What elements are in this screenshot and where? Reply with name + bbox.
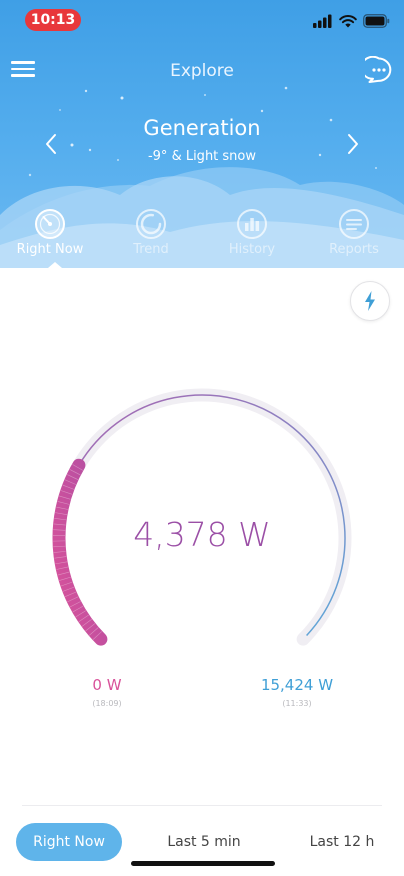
period-tabs: Right Now Last 5 min Last 12 h — [0, 823, 404, 861]
lightning-bolt-icon — [365, 291, 375, 311]
battery-icon — [363, 14, 390, 28]
tab-label: Trend — [133, 242, 169, 257]
current-power-value: 4,378 W — [133, 515, 271, 554]
tab-reports[interactable]: Reports — [308, 205, 400, 268]
nav-tabs: Right Now Trend History Reports — [0, 205, 404, 268]
history-bars-icon — [237, 209, 267, 239]
min-power-value: 0 W — [92, 676, 122, 694]
period-tab-last-12-h[interactable]: Last 12 h — [292, 823, 392, 861]
active-tab-indicator — [48, 262, 62, 268]
status-bar: 10:13 — [0, 0, 404, 44]
divider — [22, 805, 382, 806]
max-power-time: (11:33) — [282, 699, 312, 708]
home-indicator — [131, 861, 275, 866]
power-mode-button[interactable] — [350, 281, 390, 321]
tab-right-now[interactable]: Right Now — [4, 205, 96, 268]
tab-trend[interactable]: Trend — [105, 205, 197, 268]
reports-list-icon — [339, 209, 369, 239]
tab-label: Reports — [329, 242, 379, 257]
status-icons — [313, 12, 390, 30]
status-time: 10:13 — [25, 9, 81, 31]
period-tab-right-now[interactable]: Right Now — [16, 823, 122, 861]
period-tab-last-5-min[interactable]: Last 5 min — [152, 823, 256, 861]
trend-ring-icon — [136, 209, 166, 239]
tab-label: History — [228, 242, 276, 257]
wifi-icon — [339, 15, 357, 28]
tab-history[interactable]: History — [206, 205, 298, 268]
max-power-value: 15,424 W — [260, 676, 334, 694]
chevron-right-icon[interactable] — [343, 132, 361, 156]
cellular-signal-icon — [313, 14, 332, 28]
header: 10:13 Explore Generation -9° & Light sno… — [0, 0, 404, 268]
power-gauge — [52, 388, 352, 646]
chat-icon[interactable] — [365, 56, 393, 84]
tab-label: Right Now — [16, 242, 84, 257]
min-power-time: (18:09) — [92, 699, 122, 708]
page-title: Explore — [170, 61, 234, 81]
gauge-icon — [35, 209, 65, 239]
